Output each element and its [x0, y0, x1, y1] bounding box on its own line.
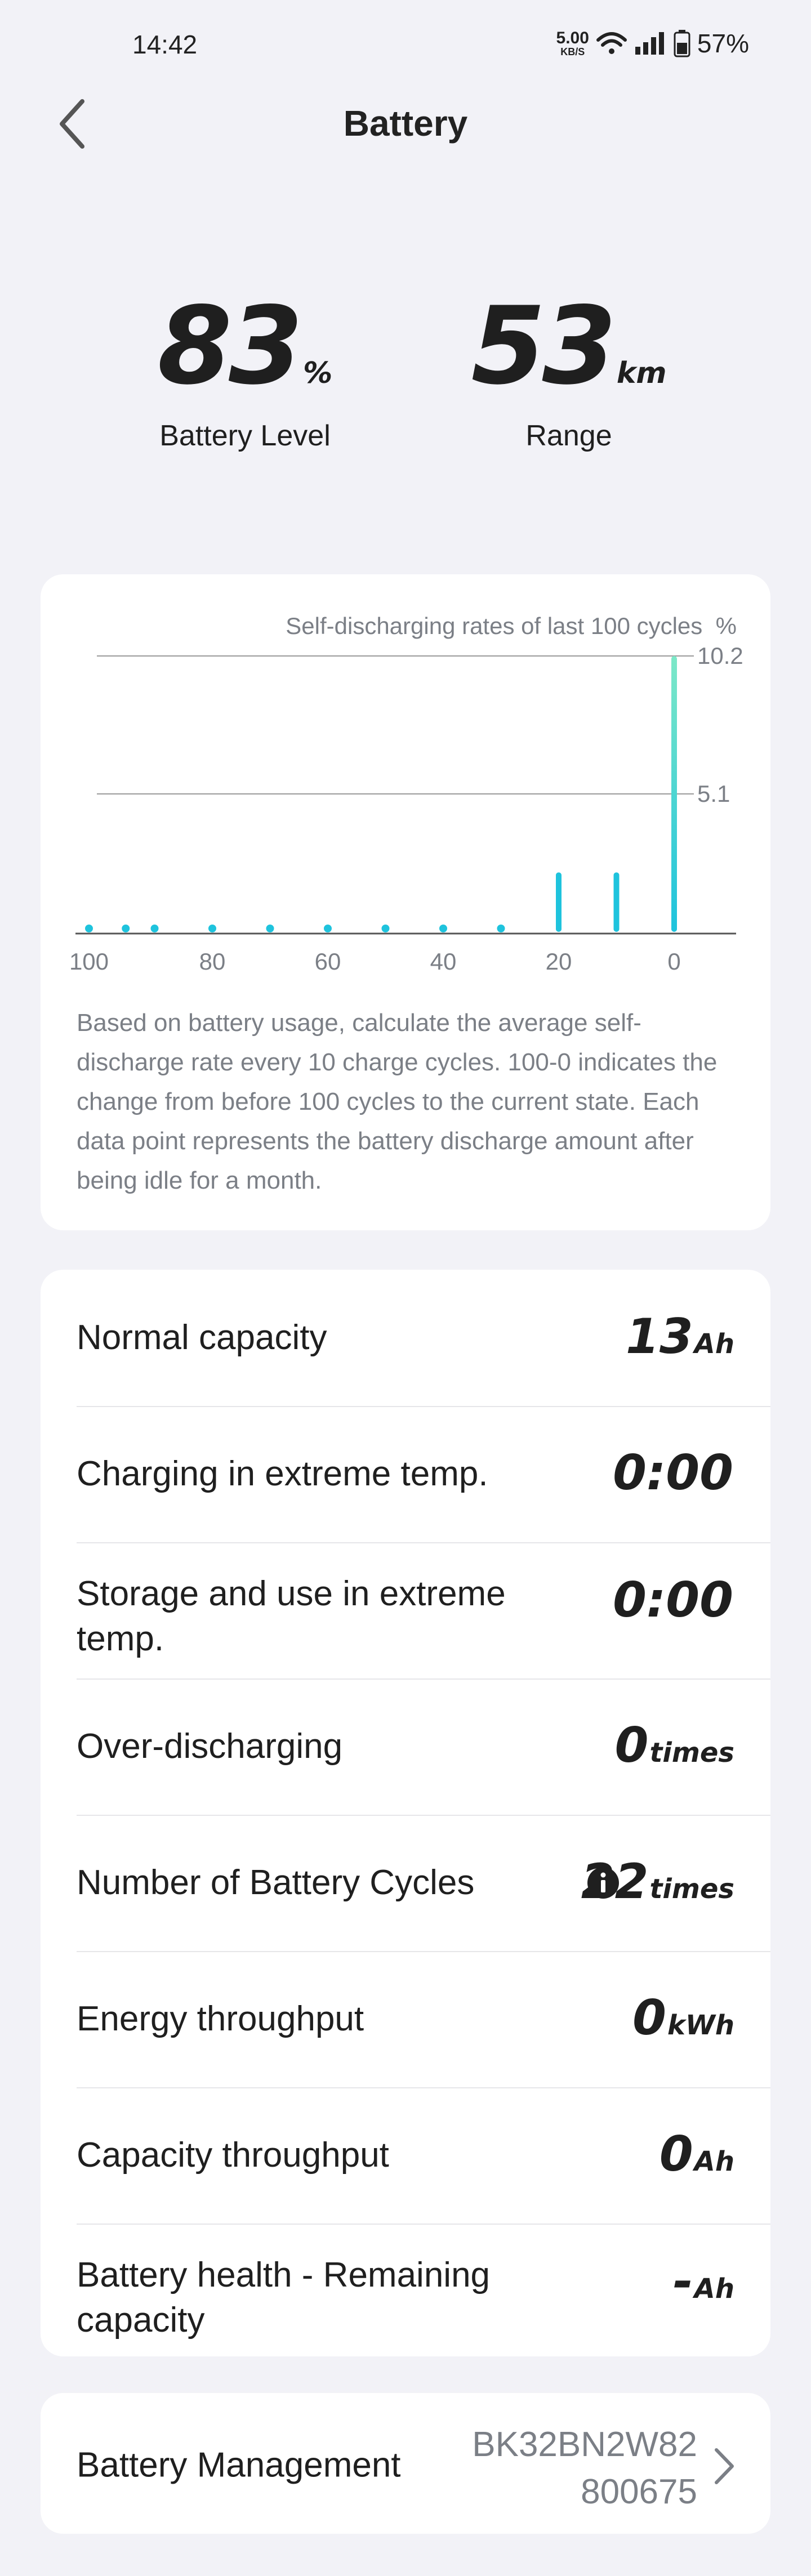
- metric-value: 0 times: [615, 1721, 734, 1770]
- metric-row: Battery health - Remaining capacity - Ah: [77, 2224, 770, 2360]
- range-stat: 53 km Range: [451, 293, 687, 453]
- chart-point: [497, 925, 505, 932]
- battery-level-unit: %: [303, 356, 333, 390]
- metric-label: Normal capacity: [77, 1318, 327, 1357]
- chart-bar: [671, 656, 677, 932]
- battery-serial-line2: 800675: [581, 2472, 697, 2511]
- wifi-icon: [596, 32, 627, 54]
- metric-number: 13: [625, 1309, 693, 1365]
- battery-level-value: 83: [157, 284, 303, 408]
- metric-value: 0 kWh: [632, 1994, 734, 2042]
- metric-label: Energy throughput: [77, 1999, 364, 2038]
- metric-unit: times: [649, 1737, 734, 1769]
- battery-status-icon: [674, 30, 690, 57]
- chart-point: [439, 925, 447, 932]
- range-unit: km: [616, 356, 667, 390]
- metric-number: 0:00: [613, 1445, 733, 1501]
- metric-value: 0:00: [613, 1449, 734, 1497]
- chart-y-tick-label: 10.2: [697, 642, 743, 669]
- range-value: 53: [471, 284, 616, 408]
- metric-value: 0 Ah: [660, 2130, 734, 2178]
- battery-level-label: Battery Level: [159, 419, 331, 452]
- chart-x-tick-label: 80: [199, 948, 226, 975]
- metric-row: Capacity throughput 0 Ah: [77, 2087, 770, 2225]
- metric-row: Over-discharging 0 times: [77, 1678, 770, 1816]
- chart-x-tick-label: 40: [430, 948, 457, 975]
- metric-row: Storage and use in extreme temp. 0:00: [77, 1542, 770, 1680]
- battery-metrics-card: Normal capacity 13 Ah Charging in extreme t…: [41, 1270, 770, 2356]
- chart-x-tick-label: 0: [667, 948, 680, 975]
- chart-y-tick-label: 5.1: [697, 780, 730, 807]
- metric-label: Charging in extreme temp.: [77, 1454, 488, 1493]
- metric-unit: kWh: [667, 2010, 734, 2041]
- metric-label: Capacity throughput: [77, 2136, 389, 2175]
- metric-label: Over-discharging: [77, 1727, 343, 1766]
- battery-management-label: Battery Management: [77, 2445, 401, 2485]
- chart-point: [150, 925, 159, 932]
- metric-label: Battery health - Remaining capacity: [77, 2256, 491, 2340]
- chart-point: [122, 925, 130, 932]
- battery-percent: 57%: [697, 29, 749, 58]
- metric-number: 0: [659, 2126, 693, 2182]
- metric-unit: times: [649, 1873, 734, 1905]
- battery-serial-number: BK32BN2W82 800675: [438, 2421, 697, 2516]
- status-time: 14:42: [132, 30, 198, 59]
- self-discharge-chart-card: 10.2 5.1 100 80 60 40 20 0 Self-discharging rat…: [41, 574, 770, 1230]
- metric-value: - Ah: [673, 2257, 734, 2306]
- metric-row: Charging in extreme temp. 0:00: [77, 1406, 770, 1543]
- metric-value: 0:00: [613, 1576, 734, 1624]
- battery-management-row[interactable]: Battery Management BK32BN2W82 800675: [41, 2393, 770, 2534]
- chart-point: [85, 925, 93, 932]
- range-label: Range: [525, 419, 612, 452]
- metric-number: 0: [614, 1717, 649, 1774]
- metric-unit: Ah: [694, 2273, 734, 2305]
- chart-y-unit: %: [715, 613, 737, 639]
- metric-row: Number of Battery Cycles22times: [77, 1815, 770, 1952]
- signal-icon: [635, 32, 664, 55]
- metric-number: 0:00: [613, 1572, 733, 1628]
- chart-bar: [613, 872, 620, 932]
- chart-point: [208, 925, 216, 932]
- chart-title-text: Self-discharging rates of last 100 cycle…: [286, 613, 703, 639]
- chart-title: Self-discharging rates of last 100 cycle…: [286, 613, 737, 640]
- chart-point: [266, 925, 274, 932]
- metric-number: 0: [632, 1990, 666, 2046]
- battery-serial-line1: BK32BN2W82: [472, 2425, 697, 2464]
- chart-note: Based on battery usage, calculate the av…: [77, 1009, 718, 1194]
- metric-row: Energy throughput 0 kWh: [77, 1951, 770, 2088]
- metric-row: Normal capacity 13 Ah: [77, 1270, 770, 1407]
- chart-point: [381, 925, 390, 932]
- chart-x-tick-label: 20: [546, 948, 572, 975]
- network-speed-value: 5.00: [556, 29, 589, 47]
- metric-unit: Ah: [694, 1328, 734, 1360]
- metric-unit: Ah: [694, 2146, 734, 2177]
- chart-point: [324, 925, 332, 932]
- page-title: Battery: [343, 103, 468, 144]
- chevron-right-icon: [715, 2448, 734, 2484]
- chart-bar: [556, 872, 562, 932]
- info-icon[interactable]: [586, 1866, 620, 1900]
- network-speed: 5.00 KB/S: [556, 30, 589, 57]
- metric-label: Storage and use in extreme temp.: [77, 1574, 506, 1658]
- chart-x-tick-label: 100: [69, 948, 109, 975]
- status-icons: 5.00 KB/S 57%: [556, 28, 749, 59]
- metric-number: -: [672, 2253, 693, 2310]
- metric-value: 13 Ah: [626, 1312, 734, 1361]
- battery-level-stat: 83 % Battery Level: [127, 293, 363, 453]
- network-speed-unit: KB/S: [560, 46, 585, 57]
- metric-label: Number of Battery Cycles: [77, 1863, 475, 1902]
- chart-x-tick-label: 60: [315, 948, 341, 975]
- status-bar: 14:42 5.00 KB/S 57%: [0, 0, 811, 90]
